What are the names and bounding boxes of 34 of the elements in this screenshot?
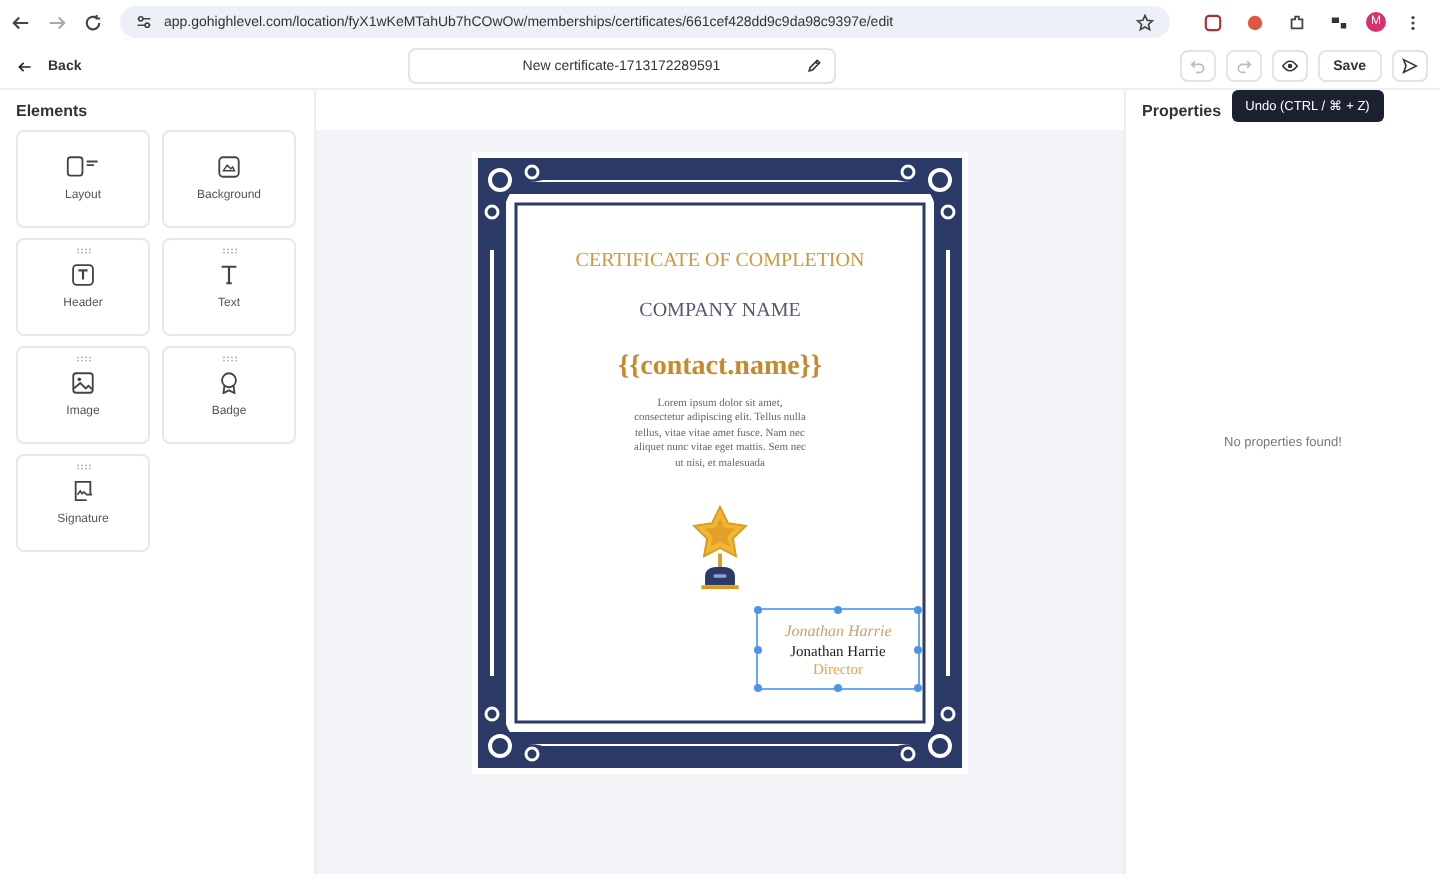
preview-button[interactable] xyxy=(1271,50,1308,82)
resize-handle[interactable] xyxy=(834,606,842,615)
undo-icon xyxy=(1189,58,1206,74)
star-trophy-icon xyxy=(692,504,748,593)
reload-icon[interactable] xyxy=(84,13,102,31)
signature-script: Jonathan Harrie xyxy=(784,621,892,640)
resize-handle[interactable] xyxy=(754,645,762,654)
pencil-icon[interactable] xyxy=(805,58,822,74)
back-arrow-icon xyxy=(18,59,32,73)
resize-handle[interactable] xyxy=(754,606,762,615)
extension-icon[interactable] xyxy=(1330,13,1348,31)
back-arrow-icon[interactable] xyxy=(12,13,30,31)
site-settings-icon[interactable] xyxy=(136,14,152,30)
image-frame-icon xyxy=(212,156,246,178)
send-icon xyxy=(1402,58,1418,74)
redo-icon xyxy=(1235,58,1252,74)
layout-icon xyxy=(66,156,100,178)
send-button[interactable] xyxy=(1392,50,1428,82)
resize-handle[interactable] xyxy=(914,645,922,654)
forward-arrow-icon[interactable] xyxy=(48,13,66,31)
panel-heading: Properties xyxy=(1142,102,1222,120)
header-text-icon xyxy=(66,264,100,286)
image-icon xyxy=(66,372,100,394)
resize-handle[interactable] xyxy=(914,606,922,615)
bookmark-star-icon[interactable] xyxy=(1136,13,1154,31)
resize-handle[interactable] xyxy=(914,684,922,693)
resize-handle[interactable] xyxy=(754,684,762,693)
company-name: COMPANY NAME xyxy=(639,300,801,322)
eye-icon xyxy=(1281,58,1298,74)
resize-handle[interactable] xyxy=(834,684,842,693)
recipient-name: {{contact.name}} xyxy=(618,352,822,384)
certificate-title: CERTIFICATE OF COMPLETION xyxy=(575,250,865,272)
panel-heading: Elements xyxy=(16,102,88,120)
extension-icon[interactable] xyxy=(1204,13,1222,31)
